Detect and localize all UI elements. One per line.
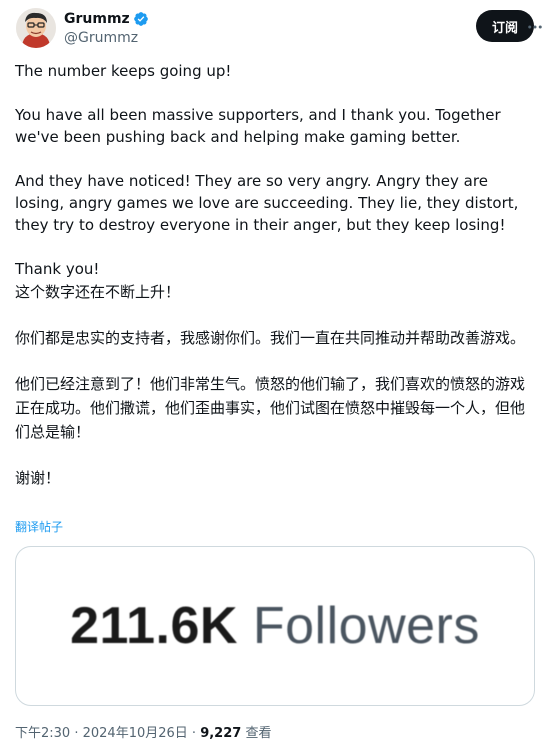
tweet-paragraph-en: You have all been massive supporters, an… [15,106,501,146]
followers-label: Followers [252,597,480,655]
tweet-meta: 下午2:30 · 2024年10月26日 · 9,227 查看 [15,722,271,741]
tweet-text: The number keeps going up! You have all … [15,60,534,490]
cartoon-face-avatar-icon [16,8,56,48]
display-name[interactable]: Grummz [64,11,130,27]
followers-graphic: 211.6K Followers [70,596,480,656]
tweet: Grummz @Grummz 订阅 The number keeps going… [0,0,550,747]
tweet-paragraph-en: The number keeps going up! [15,62,232,80]
post-date[interactable]: 2024年10月26日 [83,726,188,741]
name-row: Grummz [64,9,149,29]
views-label: 查看 [245,726,272,741]
author-handle[interactable]: @Grummz [64,29,149,47]
followers-count: 211.6K [70,597,238,655]
tweet-header: Grummz @Grummz 订阅 [16,8,542,48]
tweet-paragraph-zh: 你们都是忠实的支持者，我感谢你们。我们一直在共同推动并帮助改善游戏。 [15,329,526,347]
more-options-icon[interactable] [526,18,544,36]
views-count: 9,227 [200,726,242,741]
author-identity: Grummz @Grummz [64,9,149,47]
tweet-paragraph-zh: 他们已经注意到了！他们非常生气。愤怒的他们输了，我们喜欢的愤怒的游戏正在成功。他… [15,375,526,441]
post-time[interactable]: 下午2:30 [15,726,70,741]
tweet-paragraph-en: Thank you! [15,260,100,278]
translate-post-link[interactable]: 翻译帖子 [15,518,63,535]
tweet-paragraph-zh: 谢谢！ [15,469,61,487]
meta-separator: · [70,726,83,741]
tweet-paragraph-en: And they have noticed! They are so very … [15,172,519,234]
tweet-paragraph-zh: 这个数字还在不断上升！ [15,283,181,301]
avatar[interactable] [16,8,56,48]
verified-badge-icon[interactable] [133,11,149,27]
media-image[interactable]: 211.6K Followers [15,546,535,706]
meta-separator: · [187,726,201,741]
